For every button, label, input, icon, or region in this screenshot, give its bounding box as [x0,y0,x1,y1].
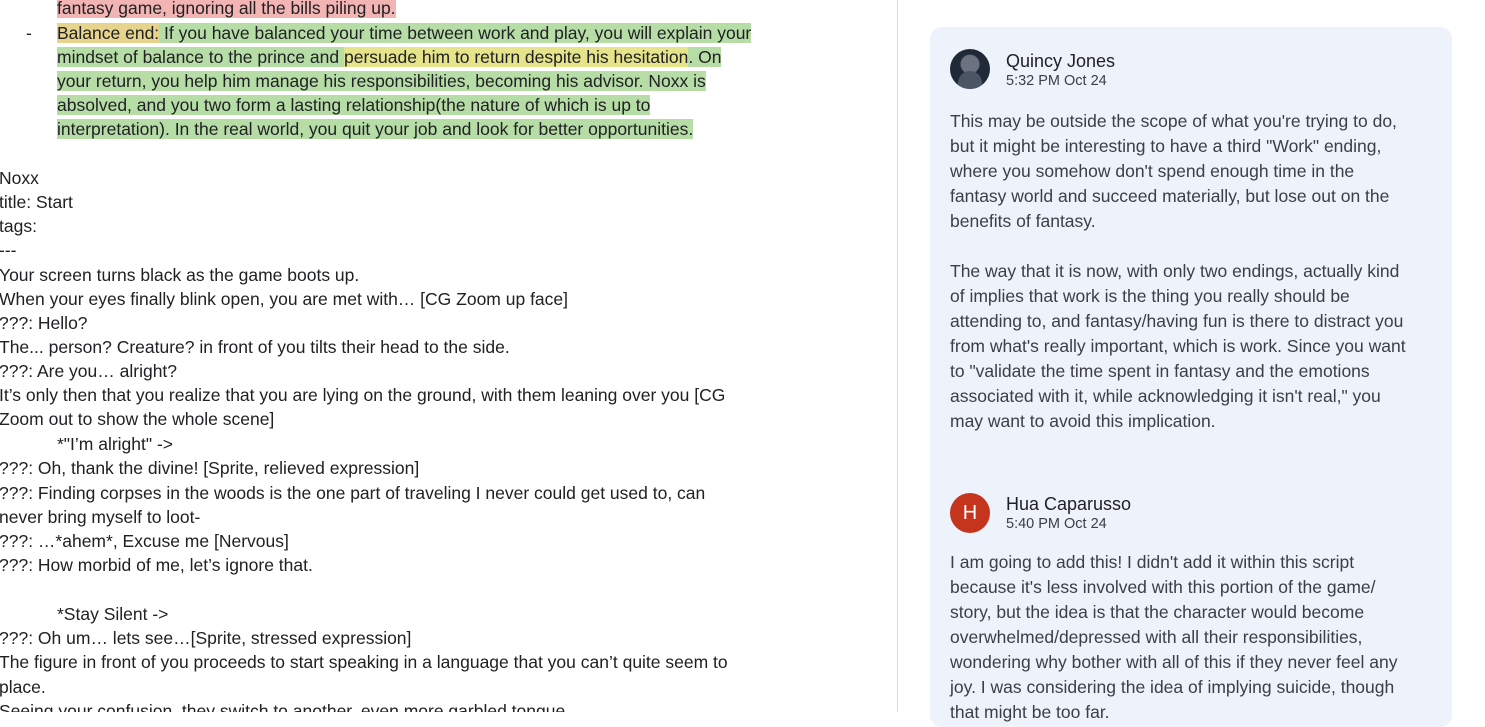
comment-author: Quincy Jones [1006,51,1116,71]
comment-body: I am going to add this! I didn't add it … [950,552,1398,722]
doc-line: tags: [0,216,37,236]
doc-line: ???: How morbid of me, let’s ignore that… [0,555,313,575]
doc-line: place. [0,677,46,697]
doc-line: The figure in front of you proceeds to s… [0,652,728,672]
list-bullet: - [26,23,32,43]
comments-panel: Quincy Jones 5:32 PM Oct 24 This may be … [898,0,1485,727]
comment-thread[interactable]: Quincy Jones 5:32 PM Oct 24 This may be … [930,27,1452,727]
comment-paragraph: The way that it is now, with only two en… [950,261,1406,431]
doc-line: The... person? Creature? in front of you… [0,337,510,357]
doc-line: Your screen turns black as the game boot… [0,265,360,285]
comment-paragraph: This may be outside the scope of what yo… [950,111,1397,231]
doc-line: never bring myself to loot- [0,507,201,527]
doc-line: Seeing your confusion, they switch to an… [0,701,571,712]
doc-line: fantasy game, ignoring all the bills pil… [57,0,396,18]
doc-line: ???: Oh um… lets see…[Sprite, stressed e… [0,628,412,648]
doc-line: your return, you help him manage his res… [57,71,706,91]
doc-line: Noxx [0,168,39,188]
comment-timestamp: 5:32 PM Oct 24 [1006,73,1107,89]
doc-line: *Stay Silent -> [57,604,169,624]
document-canvas[interactable]: fantasy game, ignoring all the bills pil… [0,0,897,712]
comment-timestamp: 5:40 PM Oct 24 [1006,516,1107,532]
doc-line: absolved, and you two form a lasting rel… [57,95,651,115]
doc-line: Zoom out to show the whole scene] [0,409,275,429]
doc-line: interpretation). In the real world, you … [57,119,694,139]
doc-line: ???: Oh, thank the divine! [Sprite, reli… [0,458,420,478]
doc-line: --- [0,240,17,260]
doc-line: title: Start [0,192,73,212]
doc-line: ???: …*ahem*, Excuse me [Nervous] [0,531,289,551]
comment-author: Hua Caparusso [1006,494,1132,514]
avatar [950,49,990,89]
doc-line: Balance end: If you have balanced your t… [57,23,752,43]
doc-line: ???: Are you… alright? [0,361,178,381]
doc-line: When your eyes finally blink open, you a… [0,289,569,309]
doc-line: It’s only then that you realize that you… [0,385,726,405]
avatar: H [950,493,990,533]
doc-line: ???: Hello? [0,313,88,333]
doc-line: mindset of balance to the prince and per… [57,47,722,67]
comment-body: This may be outside the scope of what yo… [950,109,1410,434]
doc-line: ???: Finding corpses in the woods is the… [0,483,706,503]
doc-line: *"I’m alright" -> [57,434,173,454]
